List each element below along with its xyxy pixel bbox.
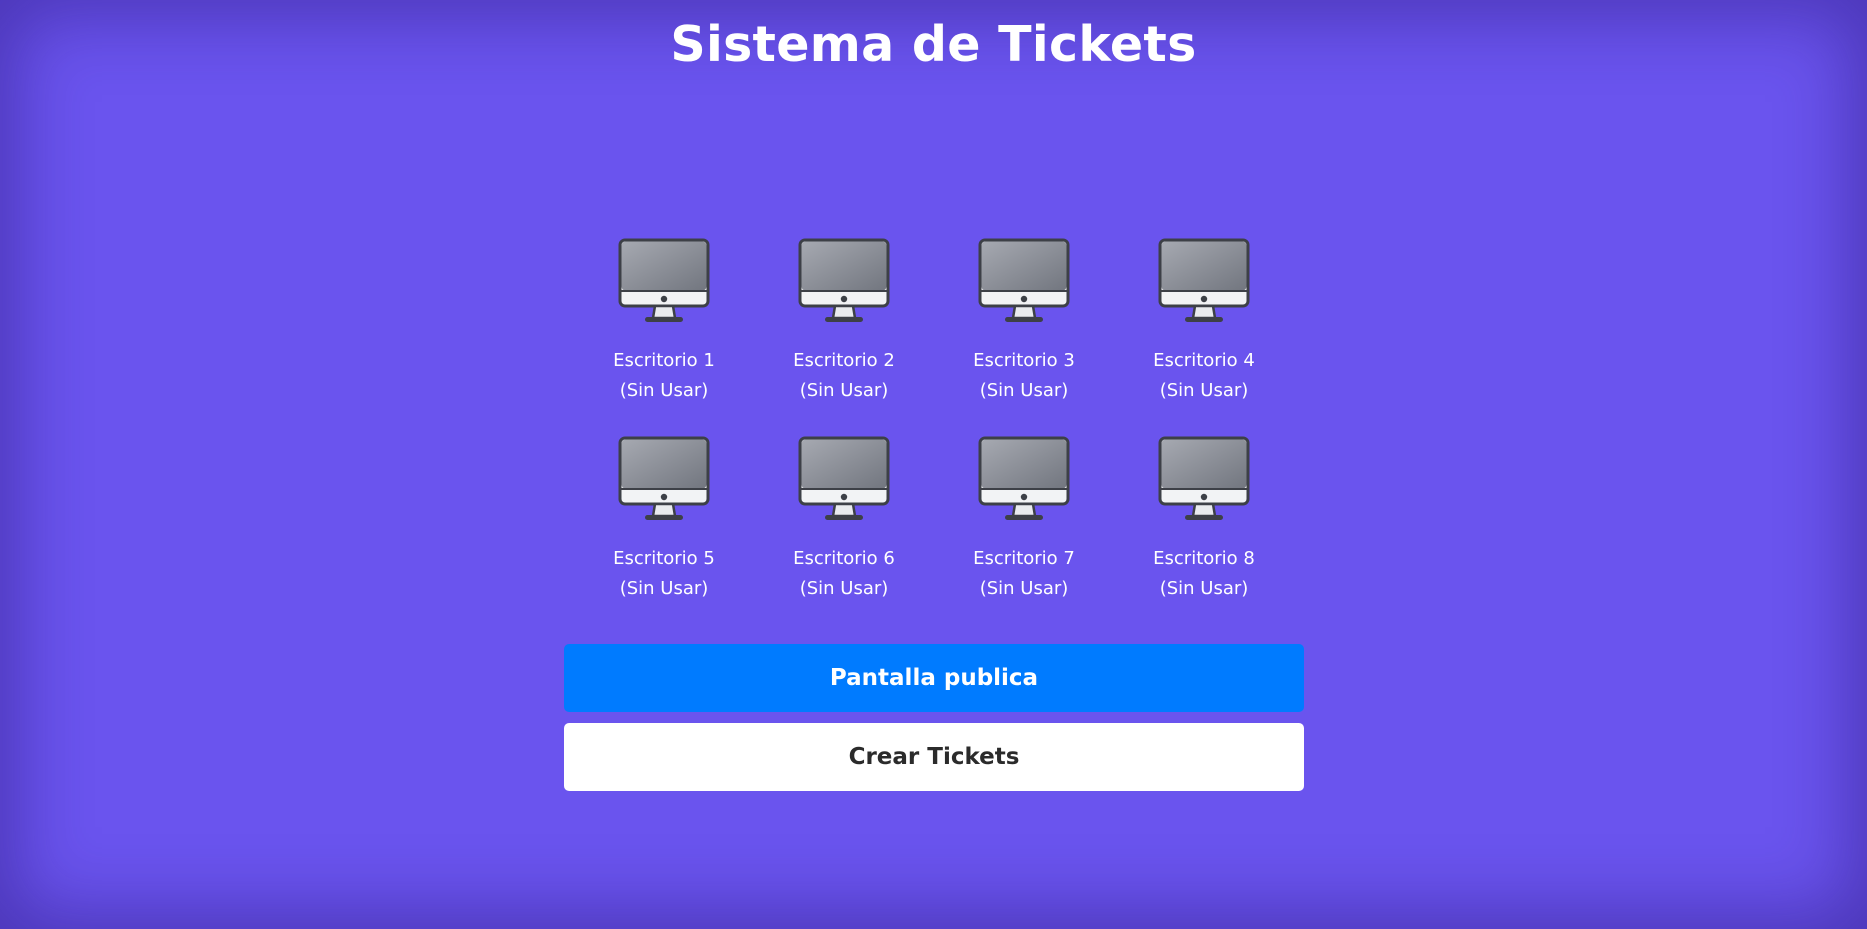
desk-status: (Sin Usar) [979, 578, 1069, 599]
desk-name: Escritorio 4 [1153, 350, 1255, 371]
create-tickets-button[interactable]: Crear Tickets [564, 723, 1304, 791]
desk-item-7[interactable]: Escritorio 7 (Sin Usar) [934, 436, 1114, 634]
page-title: Sistema de Tickets [670, 16, 1197, 73]
desk-status: (Sin Usar) [1159, 380, 1249, 401]
desk-status: (Sin Usar) [799, 578, 889, 599]
desk-name: Escritorio 6 [793, 548, 895, 569]
desk-status: (Sin Usar) [619, 578, 709, 599]
desk-item-5[interactable]: Escritorio 5 (Sin Usar) [574, 436, 754, 634]
desk-grid: Escritorio 1 (Sin Usar) Escritorio 2 (Si… [574, 238, 1294, 634]
desk-status: (Sin Usar) [1159, 578, 1249, 599]
desktop-monitor-icon [618, 238, 710, 322]
desk-name: Escritorio 8 [1153, 548, 1255, 569]
desk-name: Escritorio 1 [613, 350, 715, 371]
desk-item-6[interactable]: Escritorio 6 (Sin Usar) [754, 436, 934, 634]
desktop-monitor-icon [1158, 238, 1250, 322]
desk-name: Escritorio 3 [973, 350, 1075, 371]
desktop-monitor-icon [978, 436, 1070, 520]
desk-status: (Sin Usar) [619, 380, 709, 401]
desk-item-3[interactable]: Escritorio 3 (Sin Usar) [934, 238, 1114, 436]
desk-item-4[interactable]: Escritorio 4 (Sin Usar) [1114, 238, 1294, 436]
desktop-monitor-icon [798, 436, 890, 520]
desk-item-2[interactable]: Escritorio 2 (Sin Usar) [754, 238, 934, 436]
desk-name: Escritorio 2 [793, 350, 895, 371]
desktop-monitor-icon [978, 238, 1070, 322]
desk-name: Escritorio 7 [973, 548, 1075, 569]
desk-status: (Sin Usar) [799, 380, 889, 401]
desk-status: (Sin Usar) [979, 380, 1069, 401]
desktop-monitor-icon [618, 436, 710, 520]
desktop-monitor-icon [798, 238, 890, 322]
desk-item-8[interactable]: Escritorio 8 (Sin Usar) [1114, 436, 1294, 634]
desk-name: Escritorio 5 [613, 548, 715, 569]
public-screen-button[interactable]: Pantalla publica [564, 644, 1304, 712]
desktop-monitor-icon [1158, 436, 1250, 520]
desk-item-1[interactable]: Escritorio 1 (Sin Usar) [574, 238, 754, 436]
